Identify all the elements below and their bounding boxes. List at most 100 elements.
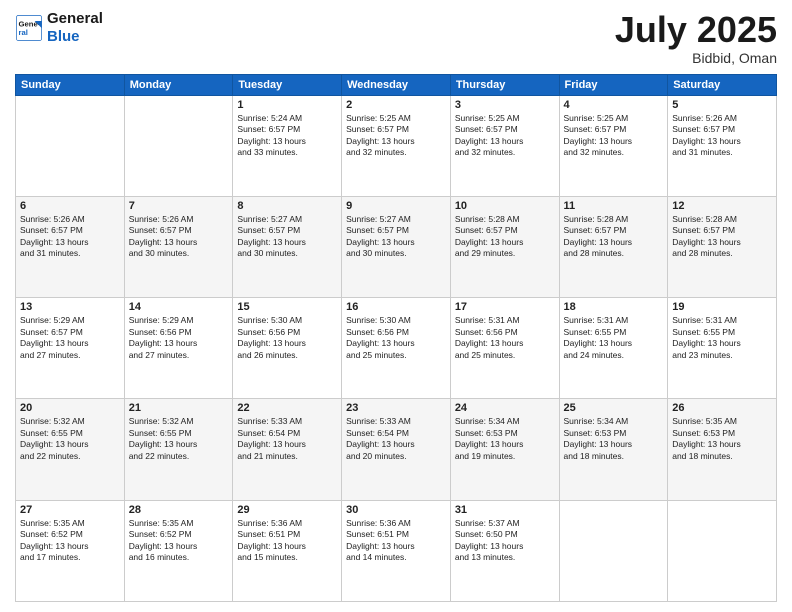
day-number: 14 — [129, 301, 229, 313]
day-number: 26 — [672, 402, 772, 414]
calendar-cell: 31 Sunrise: 5:37 AM Sunset: 6:50 PM Dayli… — [450, 500, 559, 601]
calendar-cell — [668, 500, 777, 601]
day-number: 31 — [455, 504, 555, 516]
calendar-cell: 2 Sunrise: 5:25 AM Sunset: 6:57 PM Daylig… — [342, 95, 451, 196]
day-number: 22 — [237, 402, 337, 414]
day-info: Sunrise: 5:34 AM Sunset: 6:53 PM Dayligh… — [455, 416, 555, 462]
day-info: Sunrise: 5:30 AM Sunset: 6:56 PM Dayligh… — [237, 315, 337, 361]
weekday-header-row: SundayMondayTuesdayWednesdayThursdayFrid… — [16, 74, 777, 95]
day-number: 1 — [237, 99, 337, 111]
month-title: July 2025 — [615, 10, 777, 50]
weekday-header-thursday: Thursday — [450, 74, 559, 95]
day-info: Sunrise: 5:26 AM Sunset: 6:57 PM Dayligh… — [129, 214, 229, 260]
calendar-cell: 23Sunrise: 5:33 AM Sunset: 6:54 PM Dayli… — [342, 399, 451, 500]
calendar-cell: 10 Sunrise: 5:28 AM Sunset: 6:57 PM Dayli… — [450, 196, 559, 297]
day-number: 24 — [455, 402, 555, 414]
weekday-header-saturday: Saturday — [668, 74, 777, 95]
day-info: Sunrise: 5:28 AM Sunset: 6:57 PM Dayligh… — [564, 214, 664, 260]
week-row-3: 13 Sunrise: 5:29 AM Sunset: 6:57 PM Dayli… — [16, 298, 777, 399]
calendar-cell: 28Sunrise: 5:35 AM Sunset: 6:52 PM Dayli… — [124, 500, 233, 601]
day-info: Sunrise: 5:31 AM Sunset: 6:55 PM Dayligh… — [564, 315, 664, 361]
calendar-cell: 7 Sunrise: 5:26 AM Sunset: 6:57 PM Daylig… — [124, 196, 233, 297]
day-info: Sunrise: 5:35 AM Sunset: 6:52 PM Dayligh… — [129, 518, 229, 564]
calendar-cell: 18 Sunrise: 5:31 AM Sunset: 6:55 PM Dayli… — [559, 298, 668, 399]
day-info: Sunrise: 5:28 AM Sunset: 6:57 PM Dayligh… — [455, 214, 555, 260]
day-info: Sunrise: 5:25 AM Sunset: 6:57 PM Dayligh… — [564, 113, 664, 159]
logo-icon: Gene- ral — [15, 14, 43, 42]
day-number: 15 — [237, 301, 337, 313]
day-number: 29 — [237, 504, 337, 516]
svg-text:ral: ral — [19, 28, 28, 37]
day-number: 16 — [346, 301, 446, 313]
weekday-header-tuesday: Tuesday — [233, 74, 342, 95]
day-number: 18 — [564, 301, 664, 313]
day-number: 6 — [20, 200, 120, 212]
day-number: 13 — [20, 301, 120, 313]
day-info: Sunrise: 5:32 AM Sunset: 6:55 PM Dayligh… — [129, 416, 229, 462]
day-info: Sunrise: 5:31 AM Sunset: 6:56 PM Dayligh… — [455, 315, 555, 361]
weekday-header-wednesday: Wednesday — [342, 74, 451, 95]
calendar-cell: 21Sunrise: 5:32 AM Sunset: 6:55 PM Dayli… — [124, 399, 233, 500]
week-row-1: 1 Sunrise: 5:24 AM Sunset: 6:57 PM Daylig… — [16, 95, 777, 196]
calendar-cell: 29 Sunrise: 5:36 AM Sunset: 6:51 PM Dayli… — [233, 500, 342, 601]
day-number: 5 — [672, 99, 772, 111]
day-number: 23 — [346, 402, 446, 414]
calendar-cell: 5 Sunrise: 5:26 AM Sunset: 6:57 PM Daylig… — [668, 95, 777, 196]
calendar-cell: 4 Sunrise: 5:25 AM Sunset: 6:57 PM Daylig… — [559, 95, 668, 196]
day-number: 10 — [455, 200, 555, 212]
calendar-cell: 8Sunrise: 5:27 AM Sunset: 6:57 PM Daylig… — [233, 196, 342, 297]
day-info: Sunrise: 5:32 AM Sunset: 6:55 PM Dayligh… — [20, 416, 120, 462]
svg-text:Gene-: Gene- — [19, 20, 41, 29]
calendar-cell: 20 Sunrise: 5:32 AM Sunset: 6:55 PM Dayli… — [16, 399, 125, 500]
title-block: July 2025 Bidbid, Oman — [615, 10, 777, 66]
week-row-5: 27 Sunrise: 5:35 AM Sunset: 6:52 PM Dayli… — [16, 500, 777, 601]
day-number: 7 — [129, 200, 229, 212]
week-row-4: 20 Sunrise: 5:32 AM Sunset: 6:55 PM Dayli… — [16, 399, 777, 500]
day-info: Sunrise: 5:29 AM Sunset: 6:56 PM Dayligh… — [129, 315, 229, 361]
day-info: Sunrise: 5:25 AM Sunset: 6:57 PM Dayligh… — [346, 113, 446, 159]
day-number: 20 — [20, 402, 120, 414]
day-number: 2 — [346, 99, 446, 111]
day-number: 19 — [672, 301, 772, 313]
day-number: 25 — [564, 402, 664, 414]
calendar-cell: 14 Sunrise: 5:29 AM Sunset: 6:56 PM Dayli… — [124, 298, 233, 399]
day-info: Sunrise: 5:28 AM Sunset: 6:57 PM Dayligh… — [672, 214, 772, 260]
calendar-cell: 1 Sunrise: 5:24 AM Sunset: 6:57 PM Daylig… — [233, 95, 342, 196]
day-info: Sunrise: 5:35 AM Sunset: 6:53 PM Dayligh… — [672, 416, 772, 462]
day-number: 17 — [455, 301, 555, 313]
day-info: Sunrise: 5:30 AM Sunset: 6:56 PM Dayligh… — [346, 315, 446, 361]
day-number: 3 — [455, 99, 555, 111]
day-number: 27 — [20, 504, 120, 516]
calendar-cell: 3 Sunrise: 5:25 AM Sunset: 6:57 PM Daylig… — [450, 95, 559, 196]
calendar-cell: 13 Sunrise: 5:29 AM Sunset: 6:57 PM Dayli… — [16, 298, 125, 399]
day-info: Sunrise: 5:36 AM Sunset: 6:51 PM Dayligh… — [237, 518, 337, 564]
day-info: Sunrise: 5:25 AM Sunset: 6:57 PM Dayligh… — [455, 113, 555, 159]
day-number: 4 — [564, 99, 664, 111]
calendar-cell: 16 Sunrise: 5:30 AM Sunset: 6:56 PM Dayli… — [342, 298, 451, 399]
day-info: Sunrise: 5:36 AM Sunset: 6:51 PM Dayligh… — [346, 518, 446, 564]
day-info: Sunrise: 5:27 AM Sunset: 6:57 PM Dayligh… — [346, 214, 446, 260]
calendar-cell: 12Sunrise: 5:28 AM Sunset: 6:57 PM Dayli… — [668, 196, 777, 297]
logo-text: GeneralBlue — [47, 10, 103, 46]
weekday-header-friday: Friday — [559, 74, 668, 95]
calendar-cell: 26 Sunrise: 5:35 AM Sunset: 6:53 PM Dayli… — [668, 399, 777, 500]
day-info: Sunrise: 5:24 AM Sunset: 6:57 PM Dayligh… — [237, 113, 337, 159]
day-info: Sunrise: 5:31 AM Sunset: 6:55 PM Dayligh… — [672, 315, 772, 361]
day-info: Sunrise: 5:26 AM Sunset: 6:57 PM Dayligh… — [672, 113, 772, 159]
calendar-cell: 19 Sunrise: 5:31 AM Sunset: 6:55 PM Dayli… — [668, 298, 777, 399]
calendar-cell: 17 Sunrise: 5:31 AM Sunset: 6:56 PM Dayli… — [450, 298, 559, 399]
day-info: Sunrise: 5:29 AM Sunset: 6:57 PM Dayligh… — [20, 315, 120, 361]
calendar-cell: 6 Sunrise: 5:26 AM Sunset: 6:57 PM Daylig… — [16, 196, 125, 297]
calendar-cell: 27 Sunrise: 5:35 AM Sunset: 6:52 PM Dayli… — [16, 500, 125, 601]
day-number: 9 — [346, 200, 446, 212]
day-info: Sunrise: 5:33 AM Sunset: 6:54 PM Dayligh… — [237, 416, 337, 462]
calendar-table: SundayMondayTuesdayWednesdayThursdayFrid… — [15, 74, 777, 602]
day-info: Sunrise: 5:26 AM Sunset: 6:57 PM Dayligh… — [20, 214, 120, 260]
day-info: Sunrise: 5:35 AM Sunset: 6:52 PM Dayligh… — [20, 518, 120, 564]
calendar-cell — [559, 500, 668, 601]
day-number: 11 — [564, 200, 664, 212]
logo: Gene- ral GeneralBlue — [15, 10, 103, 46]
week-row-2: 6 Sunrise: 5:26 AM Sunset: 6:57 PM Daylig… — [16, 196, 777, 297]
day-number: 8 — [237, 200, 337, 212]
day-info: Sunrise: 5:37 AM Sunset: 6:50 PM Dayligh… — [455, 518, 555, 564]
